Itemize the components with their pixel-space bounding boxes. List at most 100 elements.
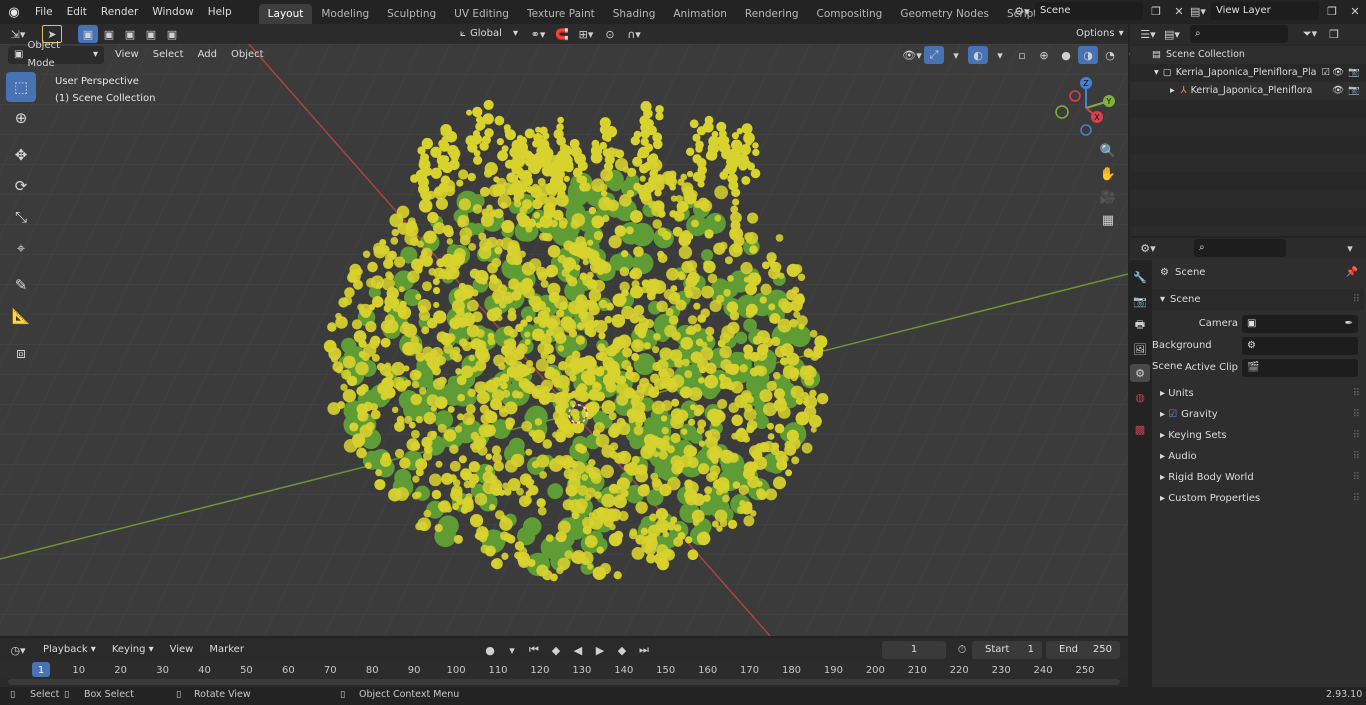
properties-editor-icon[interactable]: ⚙▾ — [1138, 239, 1158, 257]
pin-icon[interactable]: 📌 — [1346, 262, 1358, 283]
drag-handle-icon[interactable]: ⠿ — [1353, 289, 1360, 310]
record-icon[interactable]: ● — [480, 641, 500, 659]
panel-audio[interactable]: ▸ Audio ⠿ — [1152, 446, 1364, 467]
scale-tool-icon[interactable]: ⤡ — [6, 202, 36, 232]
copy-scene-icon[interactable]: ❐ — [1146, 2, 1166, 20]
delete-scene-icon[interactable]: ✕ — [1169, 2, 1189, 20]
rendered-shading-icon[interactable]: ◔ — [1100, 46, 1120, 64]
background-scene-field[interactable]: ⚙ — [1242, 337, 1358, 355]
outliner-scene-collection[interactable]: ▤ Scene Collection — [1130, 46, 1366, 64]
view-layer-tab-icon[interactable]: 🖼 — [1130, 340, 1150, 358]
outliner-object-row[interactable]: ▸ ⅄ Kerria_Japonica_Pleniflora 👁 📷 — [1130, 82, 1366, 100]
jump-start-icon[interactable]: ⏮ — [524, 641, 544, 659]
eyedropper-icon[interactable]: ✒ — [1345, 315, 1353, 333]
3d-viewport[interactable] — [0, 44, 1128, 636]
texture-tab-icon[interactable]: ▩ — [1130, 420, 1150, 438]
pivot-icon[interactable]: ⚭▾ — [528, 25, 548, 43]
outliner-search-input[interactable]: ⌕ — [1190, 25, 1288, 43]
outliner-collection-row[interactable]: ▾ ▢ Kerria_Japonica_Pleniflora_Pla ☑ 👁 📷 — [1130, 64, 1366, 82]
menu-render[interactable]: Render — [94, 2, 145, 22]
tab-modeling[interactable]: Modeling — [312, 4, 378, 24]
scene-name-field[interactable]: Scene — [1035, 2, 1143, 20]
output-tab-icon[interactable]: 🖶 — [1130, 316, 1150, 334]
timeline-menu-view[interactable]: View — [163, 640, 201, 660]
tab-compositing[interactable]: Compositing — [808, 4, 892, 24]
play-icon[interactable]: ▶ — [590, 641, 610, 659]
rotate-tool-icon[interactable]: ⟳ — [6, 171, 36, 201]
tab-animation[interactable]: Animation — [664, 4, 736, 24]
active-clip-field[interactable]: 🎬 — [1242, 359, 1358, 377]
panel-keying-sets[interactable]: ▸ Keying Sets ⠿ — [1152, 425, 1364, 446]
drag-handle-icon[interactable]: ⠿ — [1353, 425, 1360, 446]
play-reverse-icon[interactable]: ◀ — [568, 641, 588, 659]
tab-rendering[interactable]: Rendering — [736, 4, 808, 24]
exclude-checkbox-icon[interactable]: ☑ — [1321, 64, 1330, 82]
annotate-tool-icon[interactable]: ✎ — [6, 270, 36, 300]
mode-dropdown[interactable]: ▣ Object Mode ▾ — [8, 40, 104, 69]
pan-hand-icon[interactable]: ✋ — [1098, 165, 1118, 183]
record-dropdown-icon[interactable]: ▾ — [502, 641, 522, 659]
panel-rigid-body-world[interactable]: ▸ Rigid Body World ⠿ — [1152, 467, 1364, 488]
timeline-editor-icon[interactable]: ◷▾ — [8, 641, 28, 659]
scene-tab-icon[interactable]: ⚙ — [1130, 364, 1150, 382]
tab-shading[interactable]: Shading — [604, 4, 665, 24]
editor-type-icon[interactable]: ⇲▾ — [8, 25, 28, 43]
end-frame-field[interactable]: End 250 — [1046, 641, 1120, 659]
drag-handle-icon[interactable]: ⠿ — [1353, 383, 1360, 404]
outliner-editor-icon[interactable]: ☰▾ — [1138, 25, 1158, 43]
navigation-gizmo[interactable]: Z Y X — [1050, 74, 1125, 139]
xray-icon[interactable]: ▫ — [1012, 46, 1032, 64]
transform-tool-icon[interactable]: ⌖ — [6, 233, 36, 263]
viewport-menu-add[interactable]: Add — [191, 45, 224, 65]
gravity-checkbox[interactable]: ☑ — [1168, 409, 1177, 420]
gizmo-dropdown-icon[interactable]: ▾ — [946, 46, 966, 64]
render-camera-icon[interactable]: 📷 — [1348, 82, 1360, 100]
current-frame-field[interactable]: 1 — [882, 641, 946, 659]
menu-window[interactable]: Window — [145, 2, 200, 22]
select-box-tool-icon[interactable]: ⬚ — [6, 72, 36, 102]
wireframe-shading-icon[interactable]: ⊕ — [1034, 46, 1054, 64]
overlay-toggle-icon[interactable]: ◐ — [968, 46, 988, 64]
panel-gravity[interactable]: ▸ ☑ Gravity ⠿ — [1152, 404, 1364, 425]
camera-field[interactable]: ▣ ✒ — [1242, 315, 1358, 333]
panel-custom-properties[interactable]: ▸ Custom Properties ⠿ — [1152, 488, 1364, 509]
falloff-icon[interactable]: ∩▾ — [624, 25, 644, 43]
timeline-menu-marker[interactable]: Marker — [202, 640, 251, 660]
viewport-menu-view[interactable]: View — [108, 45, 146, 65]
tab-sculpting[interactable]: Sculpting — [378, 4, 445, 24]
select-intersect-icon[interactable]: ▣ — [162, 25, 182, 43]
jump-end-icon[interactable]: ⏭ — [634, 641, 654, 659]
select-extend-icon[interactable]: ▣ — [99, 25, 119, 43]
stopwatch-icon[interactable]: ⏱ — [952, 641, 972, 659]
tab-uv-editing[interactable]: UV Editing — [445, 4, 518, 24]
blender-logo-icon[interactable]: ◉ — [0, 5, 28, 20]
tab-geometry-nodes[interactable]: Geometry Nodes — [891, 4, 998, 24]
timeline-menu-keying[interactable]: Keying ▾ — [105, 640, 161, 660]
menu-edit[interactable]: Edit — [60, 2, 94, 22]
eye-icon[interactable]: 👁 — [1332, 82, 1344, 100]
viewport-menu-select[interactable]: Select — [146, 45, 191, 65]
properties-search-input[interactable]: ⌕ — [1194, 239, 1286, 257]
tool-tab-icon[interactable]: 🔧 — [1130, 268, 1150, 286]
render-camera-icon[interactable]: 📷 — [1348, 64, 1360, 82]
render-tab-icon[interactable]: 📷 — [1130, 292, 1150, 310]
solid-shading-icon[interactable]: ● — [1056, 46, 1076, 64]
menu-file[interactable]: File — [28, 2, 60, 22]
timeline-scrollbar[interactable] — [8, 679, 1120, 685]
start-frame-field[interactable]: Start 1 — [972, 641, 1042, 659]
material-shading-icon[interactable]: ◑ — [1078, 46, 1098, 64]
eye-icon[interactable]: 👁 — [1332, 64, 1344, 82]
perspective-toggle-icon[interactable]: ▦ — [1098, 211, 1118, 229]
view-layer-field[interactable]: View Layer — [1211, 2, 1319, 20]
select-invert-icon[interactable]: ▣ — [141, 25, 161, 43]
chevron-down-icon[interactable]: ▾ — [1340, 239, 1360, 257]
scene-icon[interactable]: ⚙▾ — [1012, 2, 1032, 20]
overlay-dropdown-icon[interactable]: ▾ — [990, 46, 1010, 64]
filter-icon[interactable]: ⏷▾ — [1300, 25, 1320, 43]
options-dropdown[interactable]: Options ▾ — [1070, 25, 1124, 43]
drag-handle-icon[interactable]: ⠿ — [1353, 446, 1360, 467]
copy-view-layer-icon[interactable]: ❐ — [1322, 2, 1342, 20]
prev-keyframe-icon[interactable]: ◆ — [546, 641, 566, 659]
orientation-dropdown[interactable]: ⟀ Global ▾ — [454, 25, 524, 43]
scene-panel-header[interactable]: ▾ Scene ⠿ — [1152, 289, 1364, 310]
